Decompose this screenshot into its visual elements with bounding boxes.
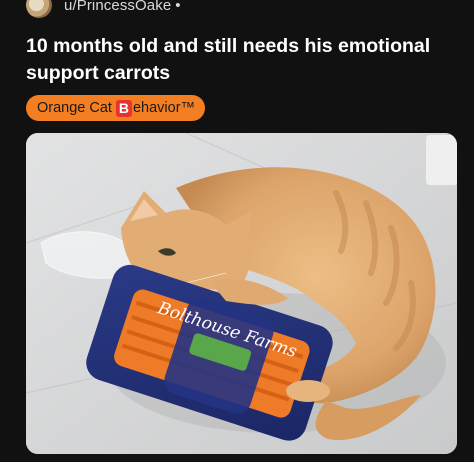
post-image[interactable]: Bolthouse Farms: [26, 133, 457, 454]
flair-text-end: ehavior™: [132, 100, 196, 116]
cat-photo-illustration: Bolthouse Farms: [26, 133, 457, 454]
reddit-post: u/PrincessOake • 10 months old and still…: [0, 0, 474, 462]
b-emoji-icon: B: [115, 99, 132, 117]
post-title[interactable]: 10 months old and still needs his emotio…: [26, 33, 456, 87]
author-username[interactable]: u/PrincessOake: [64, 0, 171, 14]
post-flair[interactable]: Orange Cat B ehavior™: [26, 95, 206, 121]
user-avatar[interactable]: [26, 0, 52, 18]
separator-dot: •: [175, 0, 181, 14]
flair-text-start: Orange Cat: [37, 100, 112, 116]
post-header: u/PrincessOake •: [26, 0, 181, 18]
